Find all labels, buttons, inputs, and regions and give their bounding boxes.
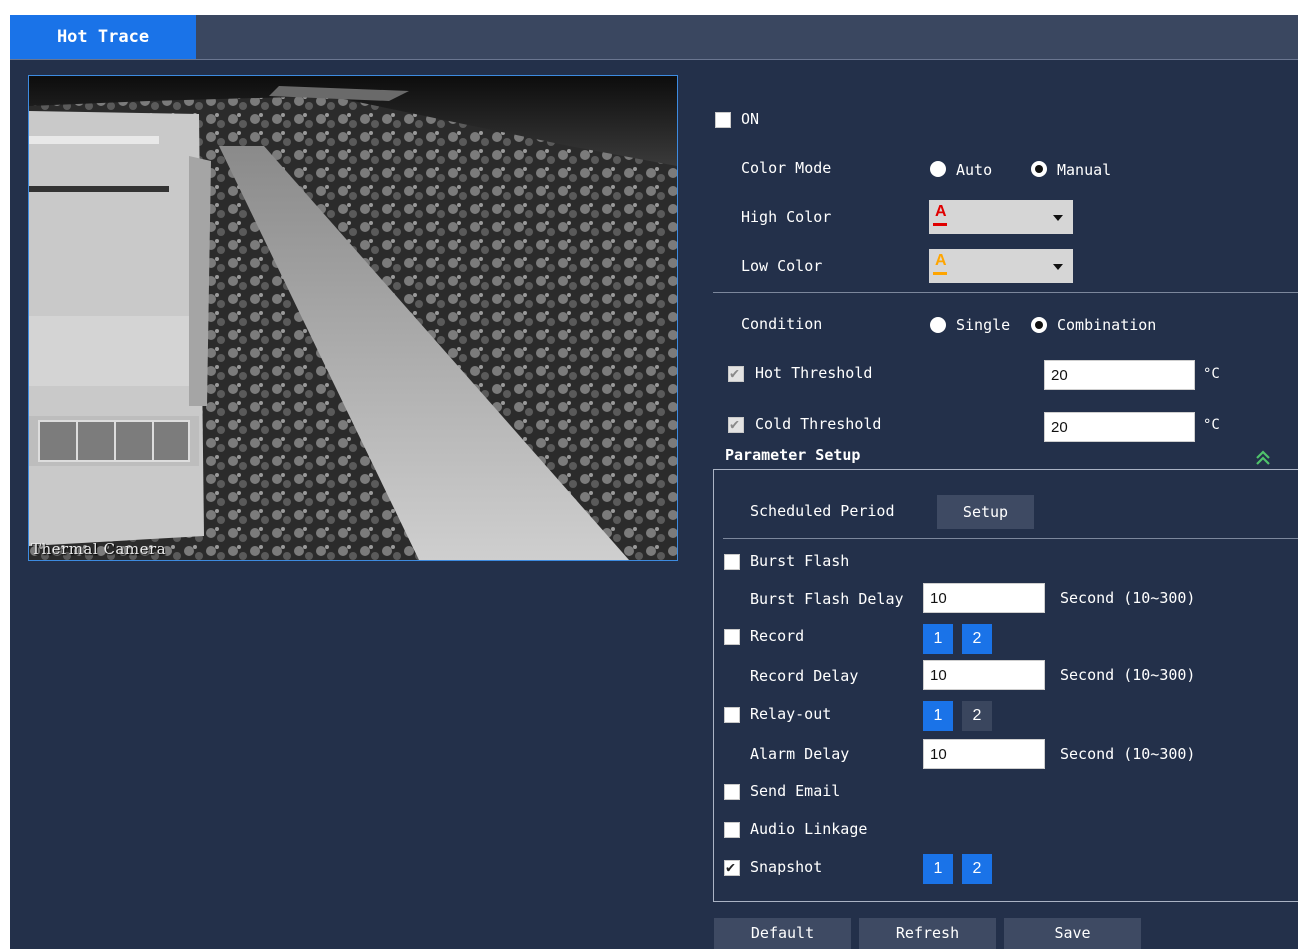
- save-button[interactable]: Save: [1004, 918, 1141, 949]
- record-channel-2[interactable]: 2: [962, 624, 992, 654]
- record-delay-unit: Second (10~300): [1060, 666, 1196, 684]
- burst-flash-delay-label: Burst Flash Delay: [750, 590, 904, 608]
- tab-hot-trace[interactable]: Hot Trace: [10, 15, 196, 59]
- color-mode-auto-label: Auto: [956, 161, 993, 179]
- alarm-delay-label: Alarm Delay: [750, 745, 850, 763]
- condition-single-radio[interactable]: [930, 317, 946, 333]
- hot-threshold-label: Hot Threshold: [755, 364, 873, 382]
- cold-threshold-label: Cold Threshold: [755, 415, 882, 433]
- high-color-swatch: [933, 223, 947, 226]
- record-delay-label: Record Delay: [750, 667, 859, 685]
- alarm-delay-input[interactable]: 10: [923, 739, 1045, 769]
- hot-threshold-checkbox[interactable]: [728, 364, 744, 382]
- relay-out-label: Relay-out: [750, 705, 832, 723]
- high-color-value: A: [935, 203, 947, 220]
- cold-threshold-unit: °C: [1203, 417, 1220, 433]
- chevron-down-icon: [1053, 264, 1063, 270]
- divider: [713, 292, 1298, 293]
- audio-linkage-checkbox[interactable]: [724, 822, 740, 838]
- color-mode-label: Color Mode: [741, 159, 832, 177]
- color-mode-auto-radio[interactable]: [930, 161, 946, 177]
- setup-button[interactable]: Setup: [937, 495, 1034, 529]
- condition-single-label: Single: [956, 316, 1011, 334]
- collapse-up-icon[interactable]: [1254, 449, 1272, 467]
- high-color-label: High Color: [741, 208, 832, 226]
- color-mode-manual-radio[interactable]: [1031, 161, 1047, 177]
- chevron-down-icon: [1053, 215, 1063, 221]
- relay-out-channel-2[interactable]: 2: [962, 701, 992, 731]
- on-label: ON: [741, 110, 760, 128]
- record-label: Record: [750, 627, 805, 645]
- low-color-label: Low Color: [741, 257, 823, 275]
- burst-flash-delay-unit: Second (10~300): [1060, 589, 1196, 607]
- relay-out-channel-1[interactable]: 1: [923, 701, 953, 731]
- tab-bar: Hot Trace: [10, 15, 1298, 60]
- condition-combination-radio[interactable]: [1031, 317, 1047, 333]
- send-email-label: Send Email: [750, 782, 841, 800]
- snapshot-checkbox[interactable]: [724, 858, 740, 876]
- record-channel-1[interactable]: 1: [923, 624, 953, 654]
- thermal-camera-image: [29, 76, 677, 560]
- color-mode-manual-label: Manual: [1057, 161, 1112, 179]
- high-color-select[interactable]: A: [929, 200, 1073, 234]
- send-email-checkbox[interactable]: [724, 784, 740, 800]
- record-checkbox[interactable]: [724, 629, 740, 645]
- alarm-delay-unit: Second (10~300): [1060, 745, 1196, 763]
- video-preview: Thermal Camera: [28, 75, 678, 561]
- snapshot-channel-1[interactable]: 1: [923, 854, 953, 884]
- audio-linkage-label: Audio Linkage: [750, 820, 868, 838]
- snapshot-channel-2[interactable]: 2: [962, 854, 992, 884]
- cold-threshold-input[interactable]: 20: [1044, 412, 1195, 442]
- condition-label: Condition: [741, 315, 823, 333]
- low-color-select[interactable]: A: [929, 249, 1073, 283]
- camera-overlay-label: Thermal Camera: [31, 540, 167, 558]
- on-checkbox[interactable]: [715, 112, 731, 128]
- group-bottom-border: [713, 901, 1298, 902]
- hot-threshold-unit: °C: [1203, 366, 1220, 382]
- burst-flash-label: Burst Flash: [750, 552, 850, 570]
- default-button[interactable]: Default: [714, 918, 851, 949]
- condition-combination-label: Combination: [1057, 316, 1157, 334]
- hot-threshold-input[interactable]: 20: [1044, 360, 1195, 390]
- low-color-swatch: [933, 272, 947, 275]
- scheduled-period-label: Scheduled Period: [750, 502, 895, 520]
- snapshot-label: Snapshot: [750, 858, 823, 876]
- record-delay-input[interactable]: 10: [923, 660, 1045, 690]
- relay-out-checkbox[interactable]: [724, 707, 740, 723]
- cold-threshold-checkbox[interactable]: [728, 415, 744, 433]
- burst-flash-checkbox[interactable]: [724, 554, 740, 570]
- burst-flash-delay-input[interactable]: 10: [923, 583, 1045, 613]
- parameter-setup-title: Parameter Setup: [722, 446, 864, 464]
- refresh-button[interactable]: Refresh: [859, 918, 996, 949]
- low-color-value: A: [935, 252, 947, 269]
- divider: [723, 538, 1298, 539]
